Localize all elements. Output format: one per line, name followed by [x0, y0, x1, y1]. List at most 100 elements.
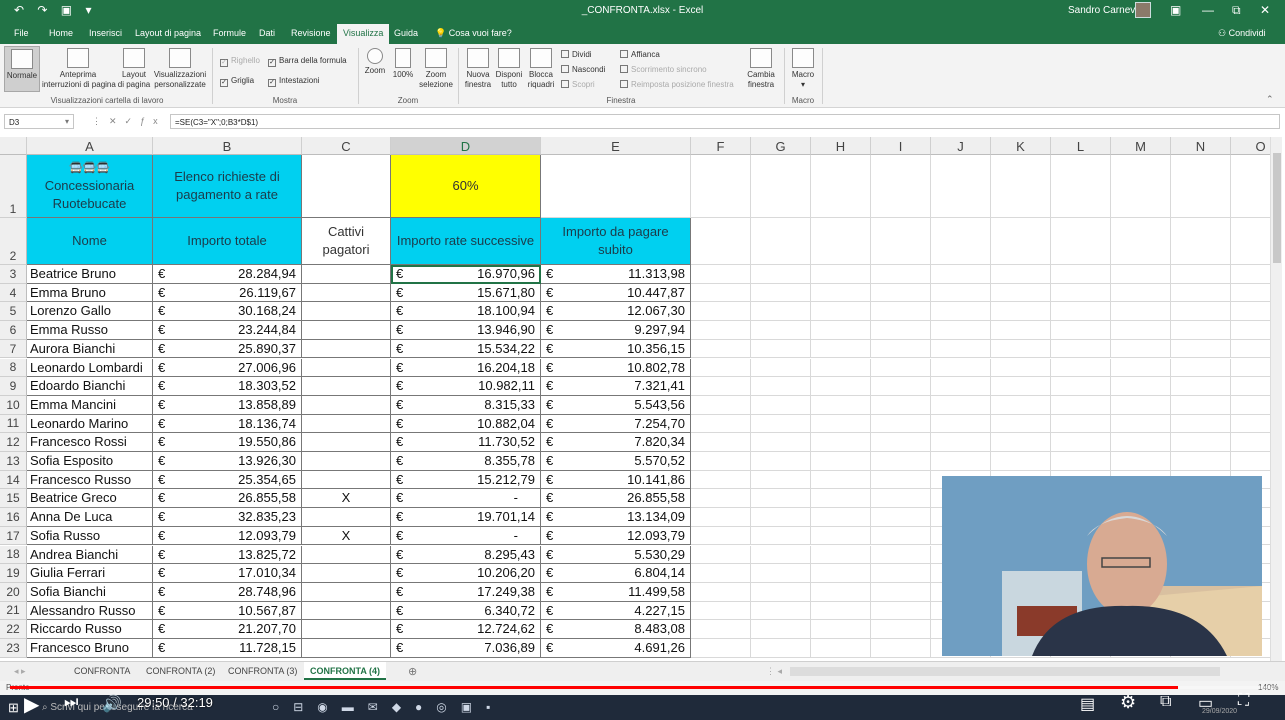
empty-cell[interactable]	[751, 508, 811, 527]
total-amount-cell[interactable]: €26.855,58	[153, 489, 302, 509]
empty-cell[interactable]	[811, 321, 871, 340]
tab-page-layout[interactable]: Layout di pagina	[135, 28, 201, 38]
bad-payer-cell[interactable]	[302, 564, 391, 583]
empty-cell[interactable]	[1171, 218, 1231, 265]
bad-payer-cell[interactable]	[302, 377, 391, 396]
empty-cell[interactable]	[751, 452, 811, 471]
empty-cell[interactable]	[1171, 155, 1231, 218]
bad-payer-cell[interactable]	[302, 302, 391, 322]
installment-amount-cell[interactable]: €7.036,89	[391, 639, 541, 658]
formula-input[interactable]: =SE(C3="X";0;B3*D$1)	[170, 114, 1280, 129]
empty-cell[interactable]	[1111, 339, 1171, 359]
macro-button[interactable]: Macro ▾	[788, 48, 818, 90]
upfront-amount-cell[interactable]: €5.530,29	[541, 545, 691, 565]
header-total[interactable]: Importo totale	[153, 218, 302, 265]
row-number[interactable]: 18	[0, 545, 27, 565]
scroll-split-icon[interactable]: ⋮ ◂	[766, 666, 782, 677]
total-amount-cell[interactable]: €19.550,86	[153, 433, 302, 452]
chevron-down-icon[interactable]: ▾	[65, 117, 69, 126]
empty-cell[interactable]	[1051, 414, 1111, 434]
empty-cell[interactable]	[871, 155, 931, 218]
installment-amount-cell[interactable]: €17.249,38	[391, 582, 541, 602]
column-header[interactable]: G	[751, 137, 811, 155]
empty-cell[interactable]	[991, 339, 1051, 359]
empty-cell[interactable]	[751, 489, 811, 509]
installment-amount-cell[interactable]: €16.970,96	[391, 265, 541, 284]
empty-cell[interactable]	[1171, 339, 1231, 359]
column-header[interactable]: A	[27, 137, 153, 155]
empty-cell[interactable]	[1111, 218, 1171, 265]
client-name-cell[interactable]: Sofia Russo	[27, 526, 153, 546]
empty-cell[interactable]	[1051, 302, 1111, 322]
empty-cell[interactable]	[811, 508, 871, 527]
settings-gear-icon[interactable]: ⚙	[1120, 692, 1136, 713]
next-icon[interactable]: ⏭	[64, 694, 78, 712]
client-name-cell[interactable]: Aurora Bianchi	[27, 339, 153, 359]
empty-cell[interactable]	[751, 265, 811, 284]
empty-cell[interactable]	[1171, 377, 1231, 396]
empty-cell[interactable]	[751, 582, 811, 602]
total-amount-cell[interactable]: €12.093,79	[153, 526, 302, 546]
title-cell-dealership[interactable]: 🚍🚍🚍 Concessionaria Ruotebucate	[27, 155, 153, 218]
empty-cell[interactable]	[991, 433, 1051, 452]
empty-cell[interactable]	[931, 339, 991, 359]
row-number[interactable]: 8	[0, 358, 27, 378]
client-name-cell[interactable]: Alessandro Russo	[27, 601, 153, 621]
empty-cell[interactable]	[691, 452, 751, 471]
empty-cell[interactable]	[871, 452, 931, 471]
empty-cell[interactable]	[1051, 339, 1111, 359]
empty-cell[interactable]	[1111, 433, 1171, 452]
empty-cell[interactable]	[1051, 283, 1111, 303]
empty-cell[interactable]	[931, 377, 991, 396]
upfront-amount-cell[interactable]: €11.313,98	[541, 265, 691, 284]
bad-payer-cell[interactable]	[302, 433, 391, 452]
empty-cell[interactable]	[691, 155, 751, 218]
column-header[interactable]: E	[541, 137, 691, 155]
empty-cell[interactable]	[871, 218, 931, 265]
upfront-amount-cell[interactable]: €13.134,09	[541, 508, 691, 527]
client-name-cell[interactable]: Emma Russo	[27, 321, 153, 340]
empty-cell[interactable]	[1111, 265, 1171, 284]
row-number[interactable]: 13	[0, 452, 27, 471]
empty-cell[interactable]	[871, 302, 931, 322]
client-name-cell[interactable]: Leonardo Lombardi	[27, 358, 153, 378]
empty-cell[interactable]	[871, 339, 931, 359]
empty-cell[interactable]	[1171, 395, 1231, 415]
empty-cell[interactable]	[871, 377, 931, 396]
custom-views-button[interactable]: Visualizzazioni personalizzate	[152, 48, 208, 90]
subtitles-icon[interactable]: ▤	[1080, 694, 1095, 714]
column-header[interactable]: L	[1051, 137, 1111, 155]
sheet-tab[interactable]: CONFRONTA (2)	[140, 662, 221, 680]
client-name-cell[interactable]: Francesco Rossi	[27, 433, 153, 452]
switch-window-button[interactable]: Cambia finestra	[742, 48, 780, 90]
zoom-selection-button[interactable]: Zoom selezione	[418, 48, 454, 90]
empty-cell[interactable]	[1171, 358, 1231, 378]
empty-cell[interactable]	[811, 339, 871, 359]
fullscreen-icon[interactable]: ⛶	[1238, 692, 1249, 710]
empty-cell[interactable]	[691, 601, 751, 621]
ruler-checkbox[interactable]: ✓ Righello	[220, 56, 260, 67]
empty-cell[interactable]	[751, 639, 811, 658]
empty-cell[interactable]	[1171, 302, 1231, 322]
row-number[interactable]: 17	[0, 526, 27, 546]
row-number[interactable]: 10	[0, 395, 27, 415]
installment-amount-cell[interactable]: €19.701,14	[391, 508, 541, 527]
empty-cell[interactable]	[991, 414, 1051, 434]
empty-cell[interactable]	[751, 620, 811, 639]
header-upfront[interactable]: Importo da pagare subito	[541, 218, 691, 265]
empty-cell[interactable]	[991, 377, 1051, 396]
empty-cell[interactable]	[1111, 377, 1171, 396]
empty-cell[interactable]	[871, 489, 931, 509]
restore-icon[interactable]: ⧉	[1232, 3, 1241, 18]
row-number[interactable]: 23	[0, 639, 27, 658]
empty-cell[interactable]	[931, 283, 991, 303]
row-number[interactable]: 6	[0, 321, 27, 340]
empty-cell[interactable]	[1171, 414, 1231, 434]
add-sheet-icon[interactable]: ⊕	[408, 665, 417, 678]
empty-cell[interactable]	[751, 601, 811, 621]
installment-amount-cell[interactable]: €16.204,18	[391, 358, 541, 378]
empty-cell[interactable]	[811, 489, 871, 509]
empty-cell[interactable]	[691, 470, 751, 490]
empty-cell[interactable]	[1171, 433, 1231, 452]
empty-cell[interactable]	[1111, 302, 1171, 322]
